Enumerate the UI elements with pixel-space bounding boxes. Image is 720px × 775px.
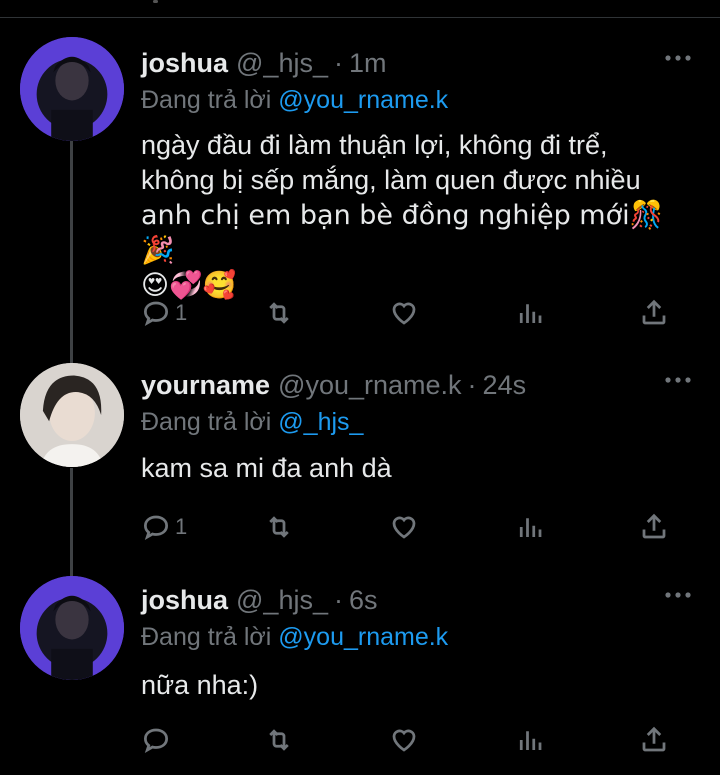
like-icon xyxy=(392,516,416,539)
share-button[interactable] xyxy=(639,295,669,331)
replying-prefix: Đang trả lời xyxy=(141,623,279,651)
tweet-header: joshua @_hjs_ · 1m xyxy=(141,45,387,81)
avatar-image xyxy=(20,363,124,467)
reply-button[interactable]: 1 xyxy=(141,295,187,331)
more-icon[interactable] xyxy=(664,53,692,63)
user-handle[interactable]: @_hjs_ xyxy=(236,48,328,79)
views-button[interactable] xyxy=(515,295,545,331)
share-icon xyxy=(642,513,666,539)
replying-prefix: Đang trả lời xyxy=(141,86,279,114)
avatar-image xyxy=(20,576,124,680)
mention-link[interactable]: @_hjs_ xyxy=(278,408,363,436)
timestamp[interactable]: 1m xyxy=(349,48,387,79)
avatar-image xyxy=(20,37,124,141)
text-line: kam sa mi đa anh dà xyxy=(141,453,392,483)
like-icon xyxy=(392,729,416,752)
timestamp[interactable]: 6s xyxy=(349,585,378,616)
views-button[interactable] xyxy=(515,722,545,758)
share-button[interactable] xyxy=(639,509,669,545)
display-name[interactable]: yourname xyxy=(141,370,270,401)
separator-dot: · xyxy=(467,369,477,400)
more-icon[interactable] xyxy=(664,590,692,600)
mention-link[interactable]: @you_rname.k xyxy=(278,623,448,651)
retweet-icon xyxy=(269,302,289,324)
views-icon xyxy=(519,731,542,750)
retweet-button[interactable] xyxy=(264,509,294,545)
retweet-button[interactable] xyxy=(264,295,294,331)
user-handle[interactable]: @_hjs_ xyxy=(236,585,328,616)
tweet-text: kam sa mi đa anh dà xyxy=(141,451,686,486)
divider xyxy=(0,17,720,18)
share-button[interactable] xyxy=(639,722,669,758)
reply-button[interactable] xyxy=(141,722,171,758)
mention-link[interactable]: @you_rname.k xyxy=(278,86,448,114)
avatar[interactable] xyxy=(20,37,124,141)
more-icon[interactable] xyxy=(664,375,692,385)
like-button[interactable] xyxy=(389,722,419,758)
replying-to: Đang trả lời @_hjs_ xyxy=(141,408,363,437)
reply-icon xyxy=(143,301,169,326)
action-bar: 1 xyxy=(141,295,681,331)
reply-count: 1 xyxy=(175,514,188,539)
replying-to: Đang trả lời @you_rname.k xyxy=(141,86,448,115)
text-line: ngày đầu đi làm thuận lợi, không đi trể, xyxy=(141,130,608,160)
tweet-text: nữa nha:) xyxy=(141,668,686,703)
replying-to: Đang trả lời @you_rname.k xyxy=(141,623,448,652)
retweet-icon xyxy=(269,516,289,538)
reply-count: 1 xyxy=(175,300,188,325)
user-handle[interactable]: @you_rname.k xyxy=(278,370,462,401)
replying-prefix: Đang trả lời xyxy=(141,408,279,436)
separator-dot: · xyxy=(333,47,343,78)
text-line: nữa nha:) xyxy=(141,670,259,700)
separator-dot: · xyxy=(333,584,343,615)
like-button[interactable] xyxy=(389,509,419,545)
timestamp[interactable]: 24s xyxy=(483,370,527,401)
thread-view: joshua @_hjs_ · 1m Đang trả lời @you_rna… xyxy=(0,0,720,775)
share-icon xyxy=(642,726,666,752)
tweet-text: ngày đầu đi làm thuận lợi, không đi trể,… xyxy=(141,128,686,303)
retweet-button[interactable] xyxy=(264,722,294,758)
action-bar xyxy=(141,722,681,758)
views-button[interactable] xyxy=(515,509,545,545)
tweet[interactable]: joshua @_hjs_ · 6s Đang trả lời @you_rna… xyxy=(0,576,720,772)
avatar[interactable] xyxy=(20,363,124,467)
action-bar: 1 xyxy=(141,509,681,545)
like-button[interactable] xyxy=(389,295,419,331)
tweet-header: yourname @you_rname.k · 24s xyxy=(141,367,526,403)
display-name[interactable]: joshua xyxy=(141,48,228,79)
display-name[interactable]: joshua xyxy=(141,585,228,616)
views-icon xyxy=(519,518,542,537)
reply-button[interactable]: 1 xyxy=(141,509,187,545)
tweet-header: joshua @_hjs_ · 6s xyxy=(141,582,378,618)
tweet[interactable]: joshua @_hjs_ · 1m Đang trả lời @you_rna… xyxy=(0,37,720,345)
text-line: anh chị em bạn bè đồng nghiệp mới🎊🎉 xyxy=(141,200,664,266)
avatar[interactable] xyxy=(20,576,124,680)
top-indicator xyxy=(153,0,158,3)
tweet[interactable]: yourname @you_rname.k · 24s Đang trả lời… xyxy=(0,363,720,567)
like-icon xyxy=(392,302,416,325)
text-line: không bị sếp mắng, làm quen được nhiều xyxy=(141,165,641,195)
reply-icon xyxy=(143,728,169,753)
reply-icon xyxy=(143,515,169,540)
share-icon xyxy=(642,299,666,325)
views-icon xyxy=(519,304,542,323)
retweet-icon xyxy=(269,729,289,751)
